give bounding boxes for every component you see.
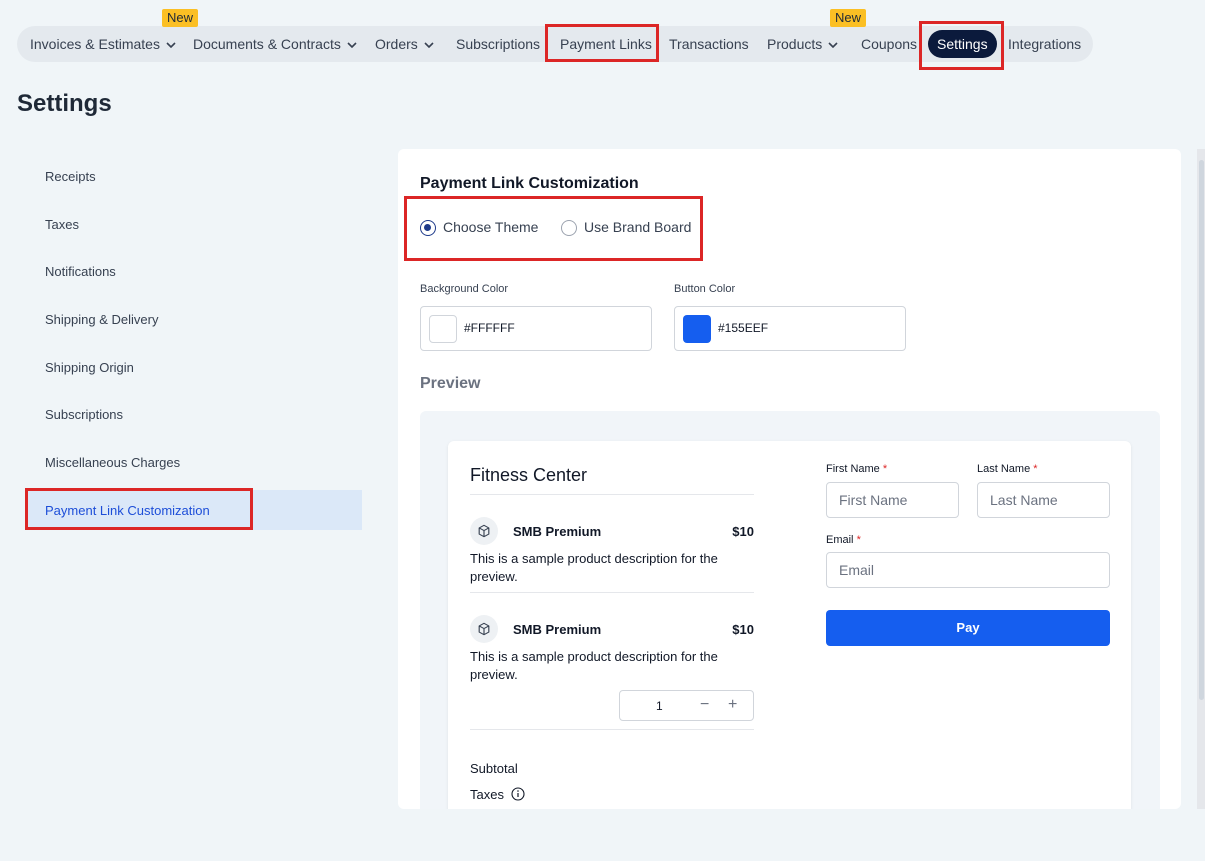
nav-invoices-estimates[interactable]: Invoices & Estimates — [30, 26, 176, 62]
product-name: SMB Premium — [513, 622, 602, 637]
email-label: Email * — [826, 534, 861, 546]
nav-transactions[interactable]: Transactions — [669, 26, 749, 62]
choose-theme-radio[interactable] — [420, 220, 436, 236]
background-color-value: #FFFFFF — [464, 321, 515, 335]
sidebar-item-shipping-delivery[interactable]: Shipping & Delivery — [45, 312, 158, 327]
minus-icon[interactable]: − — [700, 695, 709, 715]
sidebar-item-notifications[interactable]: Notifications — [45, 264, 116, 279]
sidebar-item-payment-link-customization[interactable]: Payment Link Customization — [45, 503, 210, 518]
last-name-label-text: Last Name — [977, 463, 1031, 475]
product-price: $10 — [732, 622, 754, 637]
last-name-input[interactable]: Last Name — [977, 482, 1110, 518]
button-color-value: #155EEF — [718, 321, 769, 335]
plus-icon[interactable]: + — [728, 695, 737, 715]
nav-subscriptions[interactable]: Subscriptions — [456, 26, 540, 62]
choose-theme-label[interactable]: Choose Theme — [443, 219, 538, 235]
customization-card: Payment Link Customization Choose Theme … — [398, 149, 1181, 809]
chevron-down-icon — [166, 42, 176, 49]
sidebar-item-taxes[interactable]: Taxes — [45, 217, 79, 232]
first-name-input[interactable]: First Name — [826, 482, 959, 518]
button-color-field[interactable]: #155EEF — [674, 306, 906, 351]
chevron-down-icon — [424, 42, 434, 49]
sidebar-item-receipts[interactable]: Receipts — [45, 169, 96, 184]
background-color-swatch[interactable] — [429, 315, 457, 343]
product-name: SMB Premium — [513, 524, 602, 539]
subtotal-label: Subtotal — [470, 761, 518, 776]
button-color-swatch[interactable] — [683, 315, 711, 343]
preview-area: Fitness Center SMB Premium $10 This is a… — [420, 411, 1160, 809]
quantity-value: 1 — [656, 699, 663, 713]
taxes-label: Taxes — [470, 787, 504, 802]
nav-integrations[interactable]: Integrations — [1008, 26, 1081, 62]
background-color-field[interactable]: #FFFFFF — [420, 306, 652, 351]
sidebar-item-shipping-origin[interactable]: Shipping Origin — [45, 360, 134, 375]
nav-orders[interactable]: Orders — [375, 26, 434, 62]
chevron-down-icon — [828, 42, 838, 49]
quantity-stepper[interactable]: 1 − + — [619, 690, 754, 721]
nav-label: Products — [767, 36, 823, 52]
nav-label: Integrations — [1008, 36, 1082, 52]
new-badge: New — [162, 9, 199, 27]
nav-documents-contracts[interactable]: Documents & Contracts — [193, 26, 357, 62]
nav-label: Coupons — [861, 36, 918, 52]
box-icon — [470, 615, 498, 643]
preview-label: Preview — [420, 375, 481, 392]
nav-settings[interactable]: Settings — [928, 30, 997, 58]
email-input[interactable]: Email — [826, 552, 1110, 588]
email-label-text: Email — [826, 534, 854, 546]
use-brand-board-radio[interactable] — [561, 220, 577, 236]
pay-button[interactable]: Pay — [826, 610, 1110, 646]
sidebar-item-subscriptions[interactable]: Subscriptions — [45, 407, 123, 422]
nav-label: Payment Links — [560, 36, 652, 52]
first-name-label: First Name * — [826, 463, 887, 475]
nav-payment-links[interactable]: Payment Links — [560, 26, 652, 62]
nav-label: Subscriptions — [456, 36, 541, 52]
nav-coupons[interactable]: Coupons — [861, 26, 917, 62]
required-mark: * — [882, 463, 888, 475]
chevron-down-icon — [347, 42, 357, 49]
required-mark: * — [1033, 463, 1038, 475]
sidebar-item-miscellaneous-charges[interactable]: Miscellaneous Charges — [45, 455, 180, 470]
new-badge: New — [830, 9, 867, 27]
section-title: Payment Link Customization — [420, 175, 639, 192]
last-name-label: Last Name * — [977, 463, 1038, 475]
product-description: This is a sample product description for… — [470, 649, 718, 682]
info-icon[interactable] — [511, 787, 525, 801]
nav-products[interactable]: Products — [767, 26, 838, 62]
nav-label: Transactions — [669, 36, 749, 52]
page-title: Settings — [17, 90, 112, 117]
required-mark: * — [856, 534, 861, 546]
use-brand-board-label[interactable]: Use Brand Board — [584, 219, 691, 235]
nav-label: Documents & Contracts — [193, 36, 341, 52]
first-name-label-text: First Name — [826, 463, 880, 475]
divider — [470, 592, 754, 593]
nav-label: Settings — [937, 36, 988, 52]
top-nav: Invoices & Estimates Documents & Contrac… — [17, 26, 1093, 62]
product-description: This is a sample product description for… — [470, 551, 718, 584]
button-color-label: Button Color — [674, 283, 736, 295]
box-icon — [470, 517, 498, 545]
nav-label: Invoices & Estimates — [30, 36, 160, 52]
nav-label: Orders — [375, 36, 418, 52]
background-color-label: Background Color — [420, 283, 509, 295]
divider — [470, 494, 754, 495]
divider — [470, 729, 754, 730]
preview-card: Fitness Center SMB Premium $10 This is a… — [448, 441, 1131, 809]
taxes-label-row: Taxes — [470, 787, 525, 802]
product-price: $10 — [732, 524, 754, 539]
scrollbar-thumb[interactable] — [1199, 160, 1204, 700]
business-name: Fitness Center — [470, 465, 588, 485]
